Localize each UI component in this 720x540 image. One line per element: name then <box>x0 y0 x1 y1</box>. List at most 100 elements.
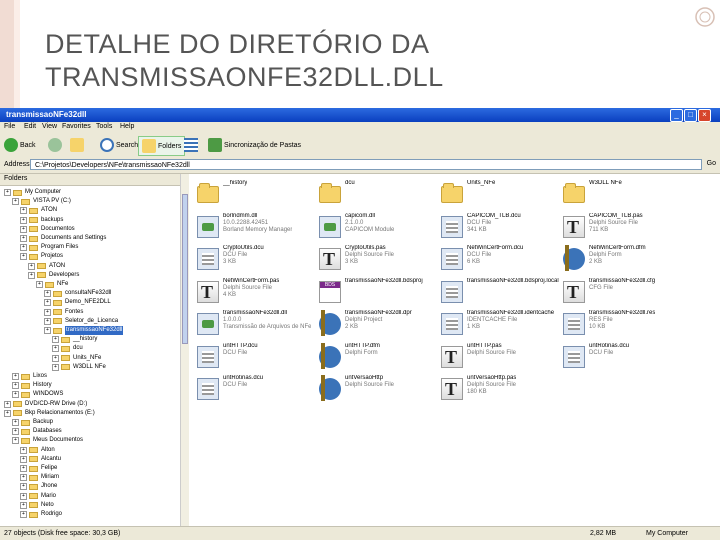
tree-item[interactable]: + WINDOWS <box>12 390 63 399</box>
tree-item[interactable]: + Alcantu <box>20 455 61 464</box>
expand-icon[interactable]: + <box>44 317 51 325</box>
expand-icon[interactable]: + <box>20 455 27 463</box>
file-item[interactable]: W3DLL NFe <box>563 180 681 212</box>
file-item[interactable]: NetWinCertForm.dcu DCU File 6 KB <box>441 245 559 277</box>
menu-item-edit[interactable]: Edit <box>24 123 36 130</box>
menu-item-favorites[interactable]: Favorites <box>62 123 91 130</box>
tree-item[interactable]: + My Computer <box>4 188 61 197</box>
tree-item[interactable]: + Databases <box>12 427 62 436</box>
folders-scrollbar[interactable] <box>180 174 189 526</box>
file-item[interactable]: untHTTP.dcu DCU File <box>197 343 315 375</box>
menu-item-view[interactable]: View <box>42 123 57 130</box>
file-item[interactable]: capicom.dll 2.1.0.0 CAPICOM Module <box>319 213 437 245</box>
tree-item[interactable]: + backups <box>20 216 63 225</box>
expand-icon[interactable]: + <box>12 382 19 390</box>
expand-icon[interactable]: + <box>12 391 19 399</box>
file-item[interactable]: untHTTP.dfm Delphi Form <box>319 342 437 375</box>
expand-icon[interactable]: + <box>20 474 27 482</box>
file-item[interactable]: dcu <box>319 180 437 212</box>
forward-button[interactable] <box>48 136 62 154</box>
expand-icon[interactable]: + <box>20 501 27 509</box>
tree-item[interactable]: + Jhone <box>20 482 57 491</box>
search-button[interactable]: Search <box>100 136 138 154</box>
file-item[interactable]: untHTTP.pasDelphi Source File <box>441 343 559 375</box>
expand-icon[interactable]: + <box>20 244 27 252</box>
expand-icon[interactable]: + <box>44 299 51 307</box>
expand-icon[interactable]: + <box>20 225 27 233</box>
file-item[interactable]: transmissaoNFe32dll.dll 1.0.0.0 Transmissã… <box>197 310 315 342</box>
tree-item[interactable]: + Bkp Relacionamentos (E:) <box>4 409 95 418</box>
file-item[interactable]: untRotinas.dcu DCU File <box>563 343 681 375</box>
tree-item[interactable]: + ATON <box>28 262 65 271</box>
file-item[interactable]: untVersaoHttp Delphi Source File <box>319 375 437 407</box>
tree-item[interactable]: + Mario <box>20 492 56 501</box>
expand-icon[interactable]: + <box>4 400 11 408</box>
tree-item[interactable]: + Felipe <box>20 464 57 473</box>
tree-item[interactable]: + Seletor_de_Licenca <box>44 317 118 326</box>
file-item[interactable]: CAPICOM_TLB.dcu DCU File 341 KB <box>441 213 559 245</box>
tree-item[interactable]: + NFe <box>36 280 68 289</box>
file-item[interactable]: transmissaoNFe32dll.dpr Delphi Project 2 K… <box>319 310 437 342</box>
address-input[interactable]: C:\Projetos\Developers\NFe\transmissaoNF… <box>30 159 702 170</box>
file-item[interactable]: transmissaoNFe32dll.res RES File 10 KB <box>563 310 681 342</box>
menu-item-help[interactable]: Help <box>120 123 134 130</box>
expand-icon[interactable]: + <box>28 262 35 270</box>
file-item[interactable]: untRotinas.dcu DCU File <box>197 375 315 407</box>
up-folder-button[interactable] <box>70 136 84 154</box>
tree-item[interactable]: + Meus Documentos <box>12 436 83 445</box>
scrollbar-thumb[interactable] <box>182 194 188 344</box>
tree-item[interactable]: + Miriam <box>20 473 59 482</box>
expand-icon[interactable]: + <box>20 511 27 518</box>
tree-item[interactable]: + Neto <box>20 501 54 510</box>
maximize-icon[interactable]: □ <box>684 109 697 122</box>
file-item[interactable]: CryptoUtils.dcu DCU File 3 KB <box>197 245 315 277</box>
minimize-icon[interactable]: _ <box>670 109 683 122</box>
tree-item[interactable]: + Fontes <box>44 308 83 317</box>
folders-button[interactable]: Folders <box>138 136 186 156</box>
tree-item[interactable]: + Projetos <box>20 252 63 261</box>
tree-item[interactable]: + Developers <box>28 271 79 280</box>
tree-item[interactable]: + __history <box>52 335 97 344</box>
menu-item-file[interactable]: File <box>4 123 15 130</box>
window-titlebar[interactable]: transmissaoNFe32dll _ □ × <box>0 108 720 122</box>
tree-item[interactable]: + dcu <box>52 344 83 353</box>
expand-icon[interactable]: + <box>12 419 19 426</box>
tree-item[interactable]: + Alton <box>20 446 55 455</box>
expand-icon[interactable]: + <box>36 281 43 288</box>
tree-item[interactable]: + History <box>12 381 52 390</box>
tree-item[interactable]: + Backup <box>12 418 53 427</box>
expand-icon[interactable]: + <box>12 198 19 206</box>
expand-icon[interactable]: + <box>4 189 11 196</box>
tree-item[interactable]: + Units_NFe <box>52 354 101 363</box>
expand-icon[interactable]: + <box>20 253 27 261</box>
expand-icon[interactable]: + <box>52 345 59 353</box>
expand-icon[interactable]: + <box>52 336 59 344</box>
menu-item-tools[interactable]: Tools <box>96 123 112 130</box>
file-item[interactable]: transmissaoNFe32dll.cfgCFG File <box>563 278 681 310</box>
file-item[interactable]: transmissaoNFe32dll.identcache IDENTCACHE… <box>441 310 559 342</box>
expand-icon[interactable]: + <box>4 409 11 417</box>
expand-icon[interactable]: + <box>20 207 27 215</box>
expand-icon[interactable]: + <box>44 290 51 298</box>
file-item[interactable]: CryptoUtils.pasDelphi Source File3 KB <box>319 245 437 277</box>
go-button[interactable]: Go <box>707 160 716 167</box>
tree-item[interactable]: + Documentos <box>20 225 75 234</box>
tree-item[interactable]: + consultaNFe32dll <box>44 289 111 298</box>
expand-icon[interactable]: + <box>12 373 19 380</box>
tree-item[interactable]: + VISTA PV (C:) <box>12 197 71 206</box>
file-item[interactable]: untVersaoHttp.pasDelphi Source File180 K… <box>441 375 559 407</box>
expand-icon[interactable]: + <box>44 327 51 334</box>
views-button[interactable] <box>184 136 198 154</box>
tree-item[interactable]: + W3DLL NFe <box>52 363 106 372</box>
expand-icon[interactable]: + <box>28 271 35 279</box>
tree-item[interactable]: + Lixos <box>12 372 47 381</box>
expand-icon[interactable]: + <box>52 363 59 371</box>
expand-icon[interactable]: + <box>12 437 19 445</box>
expand-icon[interactable]: + <box>12 428 19 436</box>
sync-folders-button[interactable]: Sincronização de Pastas <box>208 136 301 154</box>
file-item[interactable]: borlndmm.dll 10.0.2288.42451 Borland Memor… <box>197 213 315 245</box>
expand-icon[interactable]: + <box>20 235 27 242</box>
file-item[interactable]: __history <box>197 180 315 212</box>
expand-icon[interactable]: + <box>44 308 51 316</box>
tree-item[interactable]: + Demo_NFE2DLL <box>44 298 111 307</box>
